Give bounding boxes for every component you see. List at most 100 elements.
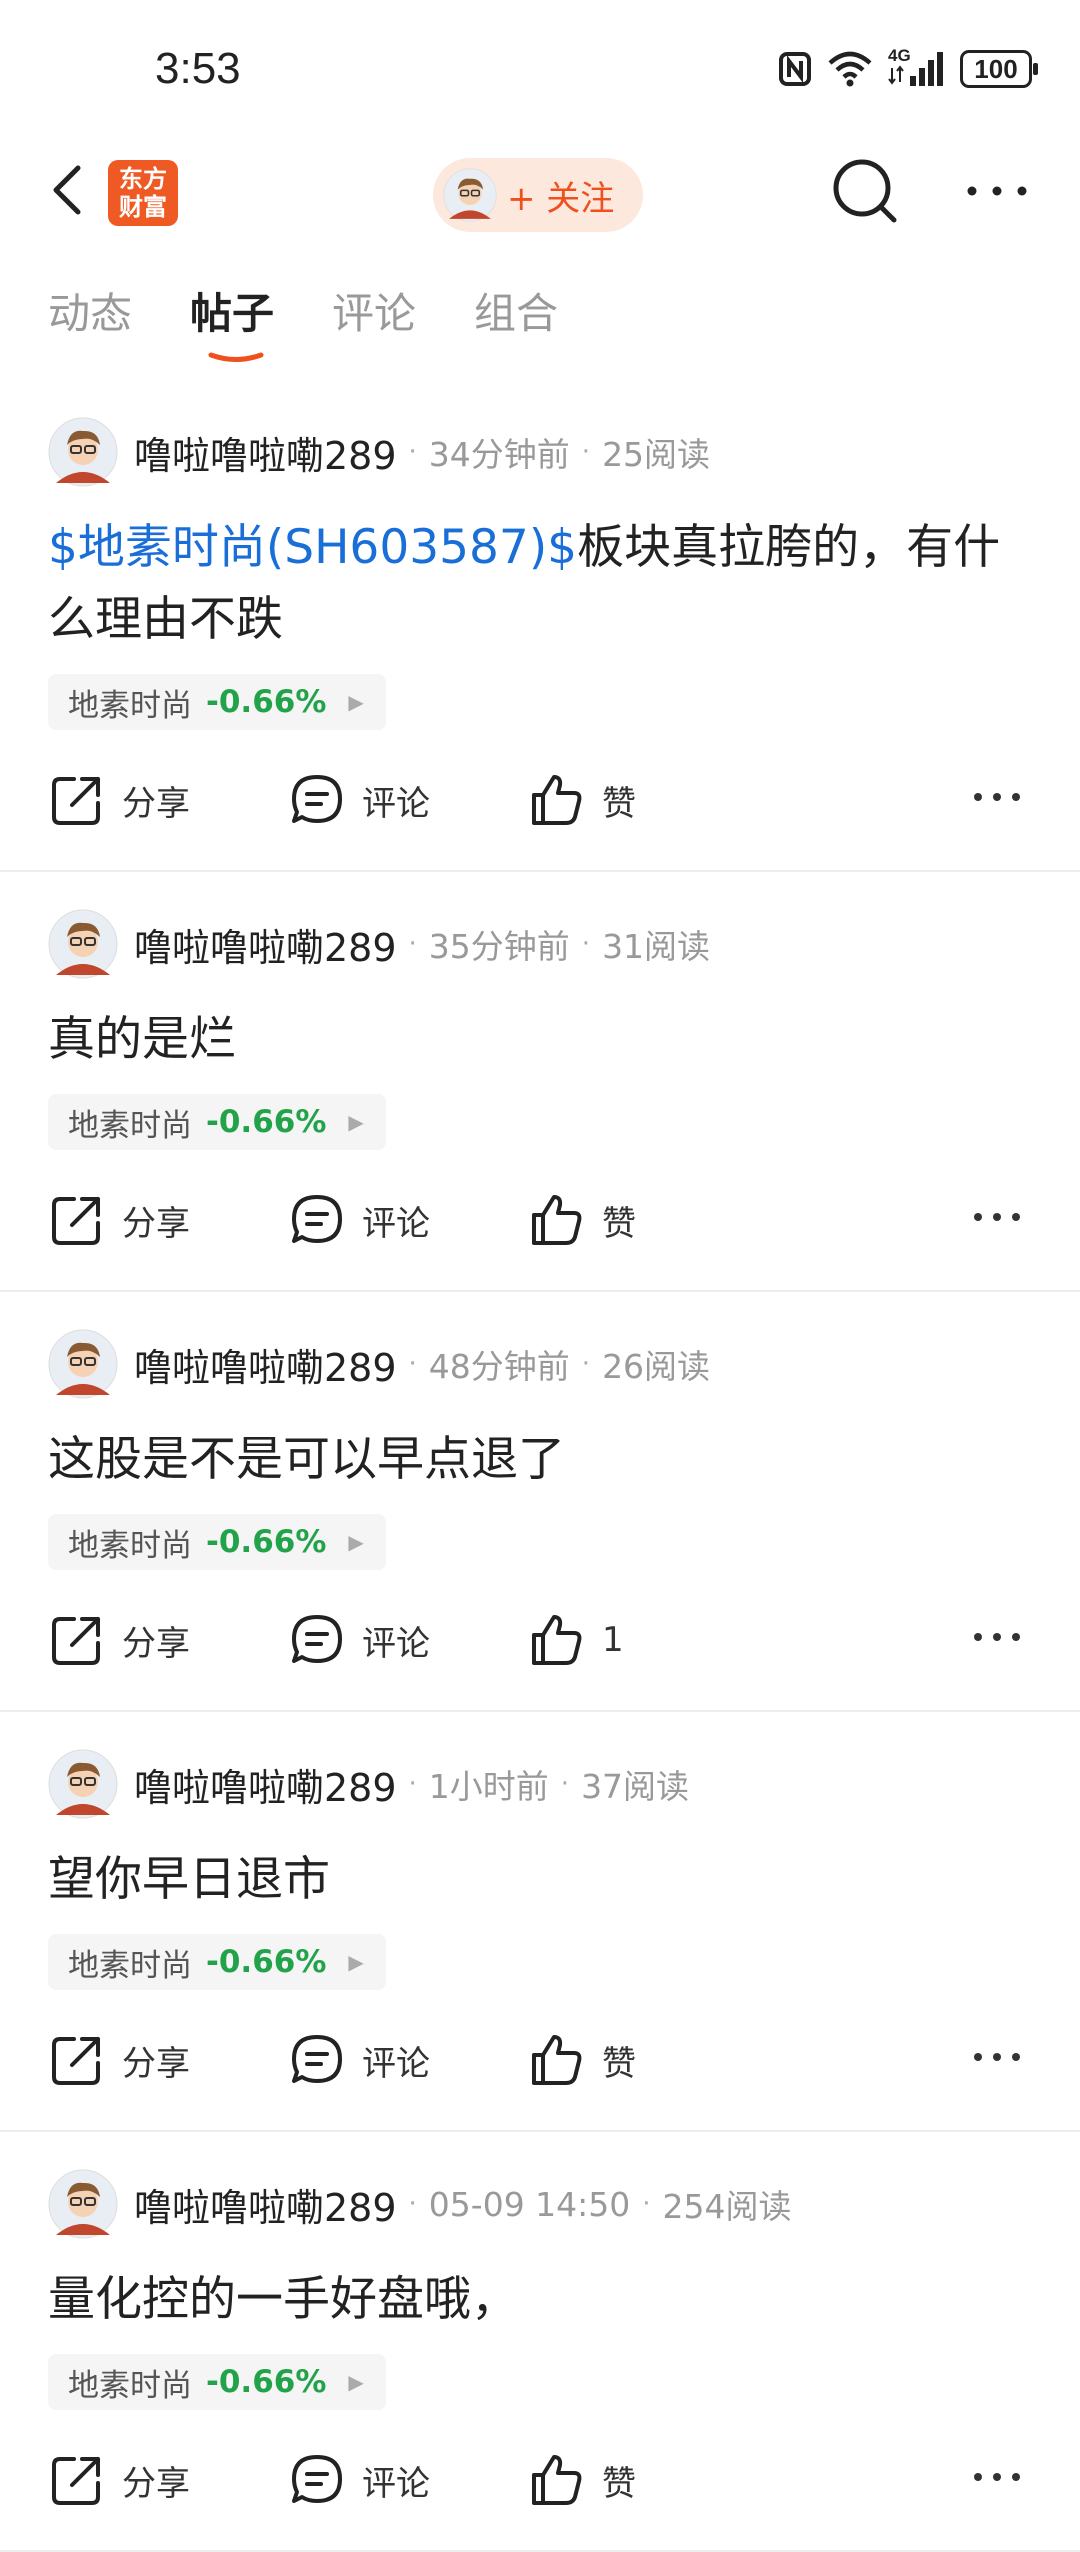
separator-dot: · (408, 437, 417, 467)
stock-tag[interactable]: 地素时尚 -0.66% ▶ (48, 1514, 386, 1570)
post-username[interactable]: 噜啦噜啦嘞289 (134, 425, 397, 480)
follow-label: + 关注 (507, 178, 615, 219)
share-icon (52, 777, 100, 825)
share-label: 分享 (122, 2043, 190, 2084)
battery-indicator: 100 (960, 50, 1038, 88)
like-button[interactable]: 赞 (528, 771, 768, 829)
share-button[interactable]: 分享 (48, 771, 288, 829)
user-avatar-icon[interactable] (48, 1749, 118, 1819)
user-avatar-icon[interactable] (48, 909, 118, 979)
like-label: 赞 (602, 783, 636, 824)
stock-tag-change: -0.66% (206, 2364, 327, 2400)
share-button[interactable]: 分享 (48, 2031, 288, 2089)
post-time: 1小时前 (428, 1767, 549, 1806)
post-content[interactable]: 这股是不是可以早点退了 (48, 1424, 1080, 1496)
stock-tag-name: 地素时尚 (68, 1107, 192, 1144)
separator-dot: · (408, 1349, 417, 1379)
separator-dot: · (408, 1769, 417, 1799)
more-options-icon[interactable] (972, 1207, 1022, 1227)
stock-link[interactable]: $地素时尚(SH603587)$ (48, 520, 577, 575)
triangle-right-icon: ▶ (348, 690, 364, 714)
separator-dot: · (642, 2189, 651, 2219)
share-button[interactable]: 分享 (48, 1191, 288, 1249)
comment-icon (292, 1615, 342, 1663)
stock-tag-name: 地素时尚 (68, 1947, 192, 1984)
user-avatar-icon[interactable] (48, 2169, 118, 2239)
comment-icon (292, 775, 342, 823)
share-button[interactable]: 分享 (48, 2451, 288, 2509)
post-content[interactable]: $地素时尚(SH603587)$板块真拉胯的，有什么理由不跌 (48, 512, 1080, 656)
more-options-icon[interactable] (972, 2467, 1022, 2487)
post-time: 05-09 14:50 (428, 2184, 631, 2224)
back-arrow-icon[interactable] (40, 160, 100, 220)
like-button[interactable]: 1 (528, 1611, 768, 1669)
post-read-count: 31阅读 (602, 927, 711, 966)
comment-button[interactable]: 评论 (288, 1611, 528, 1669)
separator-dot: · (408, 2189, 417, 2219)
like-button[interactable]: 赞 (528, 2031, 768, 2089)
share-label: 分享 (122, 1203, 190, 1244)
user-avatar-icon[interactable] (48, 1329, 118, 1399)
user-avatar-icon[interactable] (48, 417, 118, 487)
post-time: 48分钟前 (428, 1347, 570, 1386)
comment-label: 评论 (362, 1203, 430, 1244)
stock-tag-change: -0.66% (206, 684, 327, 720)
comment-icon (292, 2035, 342, 2083)
post-card[interactable]: 噜啦噜啦嘞289 · 48分钟前 · 26阅读 这股是不是可以早点退了 地素时尚… (0, 1292, 1080, 1712)
post-text: 量化控的一手好盘哦， (48, 2272, 518, 2327)
stock-tag[interactable]: 地素时尚 -0.66% ▶ (48, 2354, 386, 2410)
share-label: 分享 (122, 1623, 190, 1664)
post-card[interactable]: 噜啦噜啦嘞289 · 35分钟前 · 31阅读 真的是烂 地素时尚 -0.66%… (0, 872, 1080, 1292)
post-header: 噜啦噜啦嘞289 · 34分钟前 · 25阅读 (48, 380, 1080, 502)
comment-button[interactable]: 评论 (288, 2031, 528, 2089)
post-actions: 分享 评论 1 (48, 1570, 1080, 1710)
post-actions: 分享 评论 赞 (48, 2410, 1080, 2550)
post-text: 这股是不是可以早点退了 (48, 1432, 565, 1487)
tab-dongtai[interactable]: 动态 (48, 280, 132, 370)
share-label: 分享 (122, 783, 190, 824)
like-button[interactable]: 赞 (528, 1191, 768, 1249)
comment-button[interactable]: 评论 (288, 1191, 528, 1249)
comment-button[interactable]: 评论 (288, 2451, 528, 2509)
more-options-icon[interactable] (972, 1627, 1022, 1647)
post-card[interactable]: 噜啦噜啦嘞289 · 34分钟前 · 25阅读 $地素时尚(SH603587)$… (0, 380, 1080, 872)
more-options-icon[interactable] (972, 787, 1022, 807)
status-time: 3:53 (155, 44, 241, 93)
search-icon[interactable] (828, 154, 902, 228)
post-card[interactable]: 噜啦噜啦嘞289 · 05-09 14:50 · 254阅读 量化控的一手好盘哦… (0, 2132, 1080, 2552)
nfc-icon (779, 52, 811, 86)
post-read-count: 25阅读 (602, 435, 711, 474)
follow-button[interactable]: + 关注 (433, 158, 643, 232)
post-card[interactable]: 噜啦噜啦嘞289 · 1小时前 · 37阅读 望你早日退市 地素时尚 -0.66… (0, 1712, 1080, 2132)
stock-tag[interactable]: 地素时尚 -0.66% ▶ (48, 1094, 386, 1150)
share-icon (52, 2037, 100, 2085)
post-username[interactable]: 噜啦噜啦嘞289 (134, 2177, 397, 2232)
tab-label: 组合 (474, 289, 559, 338)
triangle-right-icon: ▶ (348, 1530, 364, 1554)
post-username[interactable]: 噜啦噜啦嘞289 (134, 1337, 397, 1392)
tab-posts[interactable]: 帖子 (190, 280, 274, 370)
like-button[interactable]: 赞 (528, 2451, 768, 2509)
post-content[interactable]: 望你早日退市 (48, 1844, 1080, 1916)
stock-tag-name: 地素时尚 (68, 687, 192, 724)
top-nav-bar: 东方 财富 + 关注 (0, 140, 1080, 250)
post-read-count: 254阅读 (662, 2187, 792, 2226)
comment-label: 评论 (362, 2463, 430, 2504)
post-content[interactable]: 量化控的一手好盘哦， (48, 2264, 1080, 2336)
stock-tag[interactable]: 地素时尚 -0.66% ▶ (48, 1934, 386, 1990)
post-content[interactable]: 真的是烂 (48, 1004, 1080, 1076)
tab-comments[interactable]: 评论 (332, 280, 416, 370)
post-read-count: 26阅读 (602, 1347, 711, 1386)
post-username[interactable]: 噜啦噜啦嘞289 (134, 917, 397, 972)
share-icon (52, 2457, 100, 2505)
more-options-icon[interactable] (962, 176, 1032, 206)
more-options-icon[interactable] (972, 2047, 1022, 2067)
logo-line-2: 财富 (119, 193, 167, 221)
like-label: 赞 (602, 1203, 636, 1244)
tab-portfolio[interactable]: 组合 (474, 280, 558, 370)
post-username[interactable]: 噜啦噜啦嘞289 (134, 1757, 397, 1812)
stock-tag[interactable]: 地素时尚 -0.66% ▶ (48, 674, 386, 730)
comment-button[interactable]: 评论 (288, 771, 528, 829)
share-button[interactable]: 分享 (48, 1611, 288, 1669)
triangle-right-icon: ▶ (348, 1950, 364, 1974)
